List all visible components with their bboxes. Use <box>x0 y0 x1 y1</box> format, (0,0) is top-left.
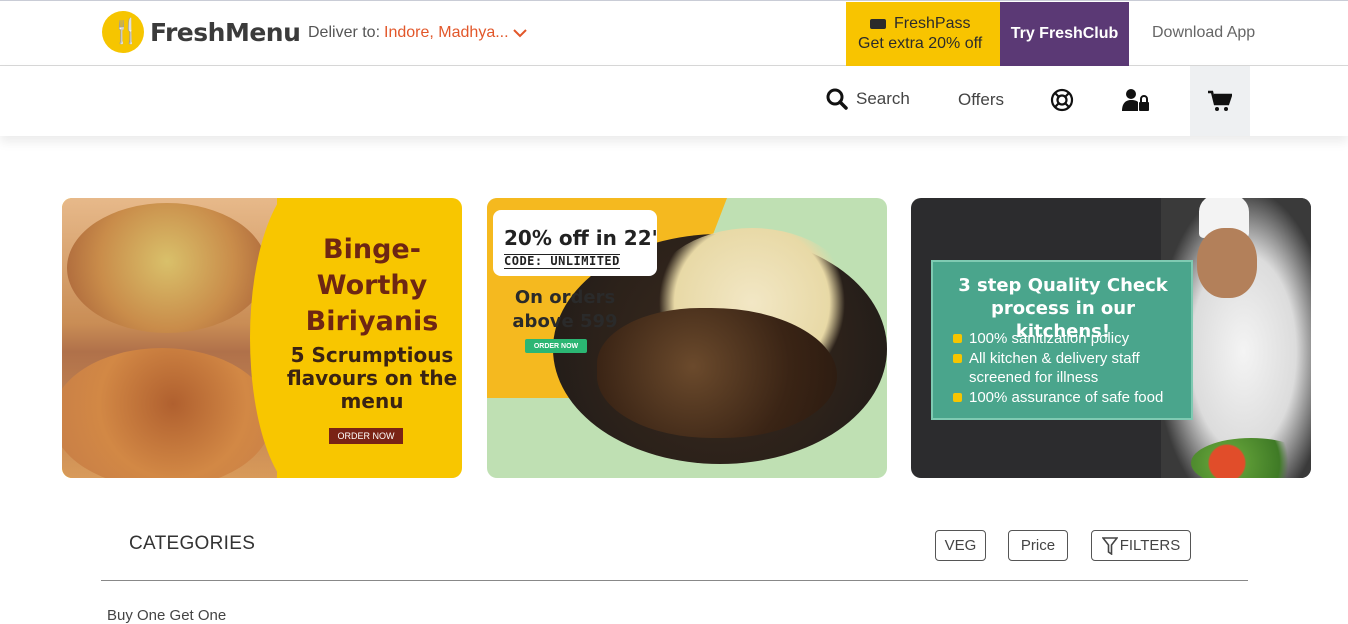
offers-link[interactable]: Offers <box>958 90 1004 110</box>
grilled-chicken-image <box>597 308 837 438</box>
veg-filter-chip[interactable]: VEG <box>935 530 986 561</box>
user-lock-icon <box>1122 89 1149 111</box>
search-label: Search <box>856 89 910 108</box>
pass-card-icon <box>870 19 886 29</box>
search-icon <box>826 88 848 110</box>
section-divider <box>101 580 1248 581</box>
quality-points: 100% sanitization policy All kitchen & d… <box>953 329 1183 407</box>
filters-label: FILTERS <box>1119 537 1181 554</box>
order-now-button[interactable]: ORDER NOW <box>329 428 403 444</box>
biryani-photo <box>62 198 277 478</box>
quality-point: 100% sanitization policy <box>953 329 1183 349</box>
categories-heading: CATEGORIES <box>129 533 256 554</box>
offer-condition: On orders above 599 <box>512 287 618 332</box>
help-lifebuoy-icon <box>1050 88 1074 112</box>
deliver-location: Indore, Madhya... <box>384 24 509 41</box>
chevron-down-icon <box>512 29 527 38</box>
offer-headline: 20% off in 22' <box>504 226 658 250</box>
freshpass-title: FreshPass <box>894 15 971 32</box>
offer-code: CODE: UNLIMITED <box>504 254 620 269</box>
logo-mark-icon: 🍴 <box>102 11 144 53</box>
filter-funnel-icon <box>1101 536 1118 555</box>
promo-banner-quality[interactable]: 3 step Quality Check process in our kitc… <box>911 198 1311 478</box>
brand-logo[interactable]: 🍴 FreshMenu <box>102 11 301 53</box>
freshpass-banner[interactable]: FreshPass Get extra 20% off <box>846 2 1000 66</box>
download-app-link[interactable]: Download App <box>1152 24 1255 42</box>
banner-subtitle: 5 Scrumptious flavours on the menu <box>286 343 458 413</box>
cart-icon <box>1208 90 1232 111</box>
order-now-button[interactable]: ORDER NOW <box>525 339 587 353</box>
freshclub-button[interactable]: Try FreshClub <box>1000 2 1129 66</box>
promo-banner-biryani[interactable]: Binge-Worthy Biriyanis 5 Scrumptious fla… <box>62 198 462 478</box>
quality-point: All kitchen & delivery staff screened fo… <box>953 349 1183 388</box>
delivery-location-selector[interactable]: Deliver to: Indore, Madhya... <box>308 24 527 42</box>
help-button[interactable] <box>1050 88 1074 117</box>
brand-name: FreshMenu <box>150 17 301 47</box>
account-button[interactable] <box>1122 88 1150 117</box>
price-sort-chip[interactable]: Price <box>1008 530 1068 561</box>
filters-button[interactable]: FILTERS <box>1091 530 1191 561</box>
quality-point: 100% assurance of safe food <box>953 388 1183 408</box>
promo-banner-discount[interactable]: 20% off in 22' CODE: UNLIMITED On orders… <box>487 198 887 478</box>
top-header: 🍴 FreshMenu Deliver to: Indore, Madhya..… <box>0 0 1348 66</box>
search-button[interactable]: Search <box>826 88 910 110</box>
category-section-title: Buy One Get One <box>107 607 227 624</box>
chef-face-image <box>1197 228 1257 298</box>
biryani-bowl-image <box>67 203 267 333</box>
nav-bar: Search Offers <box>0 66 1348 136</box>
banner-title: Binge-Worthy Biriyanis <box>305 234 439 337</box>
biryani-bowl-image <box>62 348 272 478</box>
cart-button[interactable] <box>1190 66 1250 136</box>
freshpass-offer: Get extra 20% off <box>858 35 983 52</box>
deliver-label: Deliver to: <box>308 24 381 41</box>
